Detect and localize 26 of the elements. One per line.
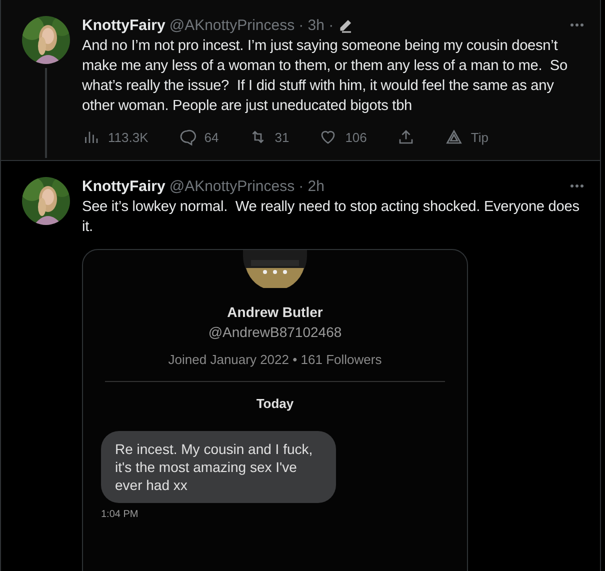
retweet-button[interactable]: 31	[248, 128, 290, 146]
message-bubble: Re incest. My cousin and I fuck, it's the most amazing sex I've ever had xx	[101, 431, 336, 503]
views-button[interactable]: 113.3K	[82, 128, 148, 146]
share-icon	[396, 128, 415, 146]
date-divider: Today	[256, 396, 294, 411]
post-time[interactable]: · 2h	[298, 178, 324, 194]
like-button[interactable]: 106	[319, 128, 367, 146]
profile-name: Andrew Butler	[227, 304, 323, 320]
post-text: See it’s lowkey normal. We really need to stop acting shocked. Everyone does it.	[82, 198, 580, 237]
author-handle[interactable]: @AKnottyPrincess	[169, 178, 295, 194]
pencil-icon[interactable]	[338, 17, 354, 33]
profile-meta: Joined January 2022 • 161 Followers	[168, 352, 382, 367]
post-text: And no I’m not pro incest. I’m just saying someone being my cousin doesn’t make me any less of a woman to them, or them any less of a man to me. So what’s really the issue? If I did stuff with him, it would feel the same as any other woman. People are just uneducated bigots tbh	[82, 37, 568, 116]
tip-button[interactable]: Tip	[444, 128, 488, 146]
reply-button[interactable]: 64	[178, 128, 219, 146]
reply-icon	[178, 128, 196, 146]
author-handle[interactable]: @AKnottyPrincess	[169, 16, 295, 34]
attached-screenshot[interactable]: Andrew Butler @AndrewB87102468 Joined January 2022 • 161 Followers Today Re incest. My cousin and I fuck, it's the most amazing sex I've ever had xx 1:04 PM	[82, 249, 468, 571]
message-time: 1:04 PM	[101, 509, 140, 520]
author-name[interactable]: KnottyFairy	[82, 16, 166, 34]
heart-icon	[319, 128, 338, 146]
author-name[interactable]: KnottyFairy	[82, 178, 166, 194]
share-button[interactable]	[396, 128, 415, 146]
post-time[interactable]: · 3h ·	[298, 16, 334, 34]
triangle-icon	[444, 128, 463, 146]
profile-handle: @AndrewB87102468	[208, 324, 342, 340]
